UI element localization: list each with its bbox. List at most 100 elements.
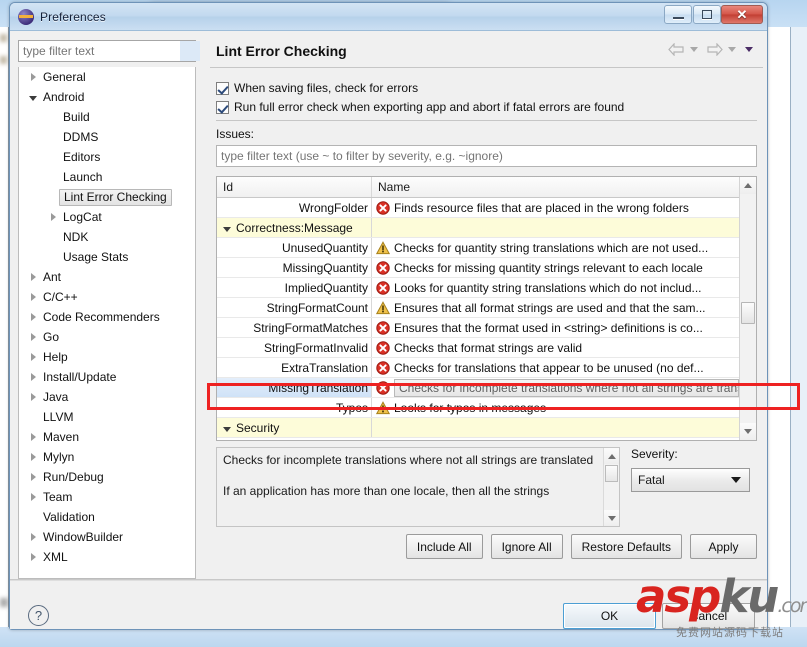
chevron-right-glyph bbox=[30, 293, 36, 301]
description-scrollbar-thumb[interactable] bbox=[605, 465, 618, 482]
view-menu-caret-icon[interactable] bbox=[745, 47, 753, 52]
include-all-button[interactable]: Include All bbox=[405, 534, 483, 559]
sidebar-item-launch[interactable]: Launch bbox=[19, 167, 195, 187]
sidebar-item-validation[interactable]: Validation bbox=[19, 507, 195, 527]
severity-label: Severity: bbox=[631, 447, 678, 461]
chevron-right-icon[interactable] bbox=[25, 353, 41, 361]
sidebar-item-mylyn[interactable]: Mylyn bbox=[19, 447, 195, 467]
severity-select[interactable]: Fatal bbox=[631, 468, 750, 492]
ignore-all-button[interactable]: Ignore All bbox=[490, 534, 563, 559]
chevron-down-icon[interactable] bbox=[25, 93, 41, 101]
restore-defaults-button[interactable]: Restore Defaults bbox=[570, 534, 682, 559]
table-row[interactable]: Typos Looks for typos in messages bbox=[217, 398, 739, 418]
table-row[interactable]: StringFormatCount Ensures that all format… bbox=[217, 298, 739, 318]
filter-input[interactable] bbox=[19, 41, 180, 61]
filter-box[interactable] bbox=[18, 40, 200, 62]
chevron-right-icon[interactable] bbox=[25, 553, 41, 561]
table-row[interactable]: ImpliedQuantity Looks for quantity string… bbox=[217, 278, 739, 298]
sidebar-item-maven[interactable]: Maven bbox=[19, 427, 195, 447]
sidebar-item-code-recommenders[interactable]: Code Recommenders bbox=[19, 307, 195, 327]
table-row[interactable]: UnusedQuantity Checks for quantity string… bbox=[217, 238, 739, 258]
ok-button[interactable]: OK bbox=[563, 603, 656, 629]
title-separator bbox=[210, 67, 763, 68]
table-row[interactable]: MissingQuantity Checks for missing quanti… bbox=[217, 258, 739, 278]
apply-button[interactable]: Apply bbox=[690, 534, 757, 559]
table-row[interactable]: StringFormatMatches Ensures that the form… bbox=[217, 318, 739, 338]
issues-filter-box[interactable] bbox=[216, 145, 757, 167]
chevron-right-icon[interactable] bbox=[25, 273, 41, 281]
close-button[interactable]: ✕ bbox=[721, 5, 763, 24]
sidebar-item-windowbuilder[interactable]: WindowBuilder bbox=[19, 527, 195, 547]
issues-filter-input[interactable] bbox=[217, 146, 756, 166]
chevron-right-icon[interactable] bbox=[25, 473, 41, 481]
chevron-right-icon[interactable] bbox=[25, 313, 41, 321]
sidebar-item-build[interactable]: Build bbox=[19, 107, 195, 127]
issues-table-scrollbar[interactable] bbox=[739, 177, 756, 440]
sidebar-item-team[interactable]: Team bbox=[19, 487, 195, 507]
sidebar-item-xml[interactable]: XML bbox=[19, 547, 195, 567]
scrollbar-thumb[interactable] bbox=[741, 302, 755, 324]
help-icon[interactable]: ? bbox=[28, 605, 49, 626]
chevron-down-icon[interactable] bbox=[223, 226, 231, 232]
sidebar-item-c-c[interactable]: C/C++ bbox=[19, 287, 195, 307]
warning-icon bbox=[376, 240, 390, 254]
checkbox-row-export-check[interactable]: Run full error check when exporting app … bbox=[216, 100, 624, 114]
sidebar-item-ddms[interactable]: DDMS bbox=[19, 127, 195, 147]
scrollbar-down-button[interactable] bbox=[740, 423, 756, 440]
description-scroll-up-button[interactable] bbox=[604, 448, 619, 464]
sidebar-item-android[interactable]: Android bbox=[19, 87, 195, 107]
cancel-button[interactable]: Cancel bbox=[662, 603, 755, 629]
forward-arrow-icon[interactable] bbox=[706, 43, 723, 56]
table-group-row[interactable]: Security bbox=[217, 418, 739, 438]
sidebar-item-install-update[interactable]: Install/Update bbox=[19, 367, 195, 387]
table-row[interactable]: StringFormatInvalid Checks that format st… bbox=[217, 338, 739, 358]
column-header-name[interactable]: Name bbox=[372, 177, 739, 197]
chevron-right-icon[interactable] bbox=[25, 373, 41, 381]
dialog-titlebar[interactable]: Preferences ✕ bbox=[10, 3, 767, 31]
chevron-right-icon[interactable] bbox=[25, 393, 41, 401]
maximize-button[interactable] bbox=[693, 5, 721, 24]
sidebar-item-editors[interactable]: Editors bbox=[19, 147, 195, 167]
sidebar-item-usage-stats[interactable]: Usage Stats bbox=[19, 247, 195, 267]
sidebar-item-ant[interactable]: Ant bbox=[19, 267, 195, 287]
column-header-id[interactable]: Id bbox=[217, 177, 372, 197]
sidebar-item-ndk[interactable]: NDK bbox=[19, 227, 195, 247]
chevron-right-icon[interactable] bbox=[25, 453, 41, 461]
table-group-row[interactable]: Correctness:Message bbox=[217, 218, 739, 238]
back-arrow-icon[interactable] bbox=[668, 43, 685, 56]
table-row[interactable]: WrongFolder Finds resource files that are… bbox=[217, 198, 739, 218]
checkbox-export-check-icon[interactable] bbox=[216, 100, 229, 114]
issues-table[interactable]: Id Name WrongFolder Finds resource files … bbox=[216, 176, 757, 441]
chevron-right-icon[interactable] bbox=[45, 213, 61, 221]
sidebar-item-lint-error-checking[interactable]: Lint Error Checking bbox=[19, 187, 195, 207]
chevron-right-icon[interactable] bbox=[25, 433, 41, 441]
sidebar-item-run-debug[interactable]: Run/Debug bbox=[19, 467, 195, 487]
sidebar-item-go[interactable]: Go bbox=[19, 327, 195, 347]
checkbox-save-check-icon[interactable] bbox=[216, 81, 229, 95]
description-scroll-down-button[interactable] bbox=[604, 510, 619, 526]
sidebar-item-logcat[interactable]: LogCat bbox=[19, 207, 195, 227]
sidebar-item-general[interactable]: General bbox=[19, 67, 195, 87]
sidebar-item-llvm[interactable]: LLVM bbox=[19, 407, 195, 427]
minimize-button[interactable] bbox=[664, 5, 692, 24]
chevron-right-icon[interactable] bbox=[25, 333, 41, 341]
sidebar-item-help[interactable]: Help bbox=[19, 347, 195, 367]
chevron-right-icon[interactable] bbox=[25, 533, 41, 541]
sidebar-item-java[interactable]: Java bbox=[19, 387, 195, 407]
table-row[interactable]: MissingTranslation Checks for incomplete … bbox=[217, 378, 739, 398]
page-navigation-toolbar[interactable] bbox=[668, 43, 757, 56]
filter-clear-button[interactable] bbox=[180, 41, 200, 61]
scrollbar-up-button[interactable] bbox=[740, 177, 756, 194]
chevron-right-icon[interactable] bbox=[25, 73, 41, 81]
chevron-right-icon[interactable] bbox=[25, 293, 41, 301]
chevron-down-icon[interactable] bbox=[223, 426, 231, 432]
table-row[interactable]: ExtraTranslation Checks for translations … bbox=[217, 358, 739, 378]
chevron-right-icon[interactable] bbox=[25, 493, 41, 501]
table-cell-name: Ensures that all format strings are used… bbox=[372, 298, 739, 317]
forward-dropdown-caret-icon[interactable] bbox=[728, 47, 736, 52]
description-scrollbar[interactable] bbox=[603, 448, 619, 526]
preferences-tree[interactable]: General Android Build DDMS Editors Launch Lint… bbox=[18, 67, 196, 579]
checkbox-row-save-check[interactable]: When saving files, check for errors bbox=[216, 81, 418, 95]
back-dropdown-caret-icon[interactable] bbox=[690, 47, 698, 52]
issue-description-box[interactable]: Checks for incomplete translations where… bbox=[216, 447, 620, 527]
